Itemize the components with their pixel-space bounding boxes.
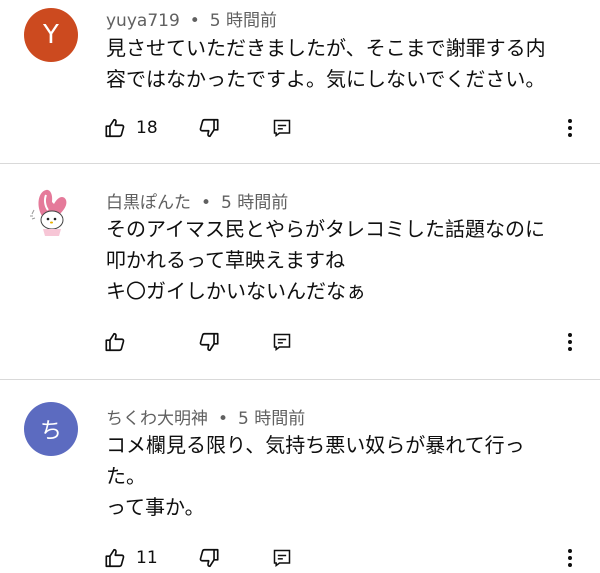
dislike-button[interactable]: [198, 543, 220, 573]
comment-time[interactable]: 5 時間前: [221, 193, 288, 213]
more-options-button[interactable]: [566, 543, 574, 573]
thumbs-up-icon: [104, 547, 126, 569]
more-options-button[interactable]: [566, 113, 574, 143]
comment-time[interactable]: 5 時間前: [210, 11, 277, 31]
comment-line: って事か。: [106, 495, 205, 519]
author-name[interactable]: ちくわ大明神: [106, 409, 208, 429]
reply-icon: [272, 118, 292, 138]
comment-line: 見させていただきましたが、そこまで謝罪する内: [106, 36, 546, 60]
reply-button[interactable]: [272, 543, 292, 573]
reply-icon: [272, 332, 292, 352]
comment-item: 白黒ぽんた • 5 時間前 そのアイマス民とやらがタレコミした話題なのに 叩かれるっ…: [0, 164, 600, 379]
comment-actions: [104, 327, 584, 357]
comment-line: 叩かれるって草映えますね: [106, 248, 345, 272]
more-vertical-icon: [566, 117, 574, 139]
thumbs-up-icon: [104, 117, 126, 139]
dislike-button[interactable]: [198, 327, 220, 357]
like-count: 18: [136, 118, 158, 138]
more-vertical-icon: [566, 331, 574, 353]
comment-line: た。: [106, 464, 146, 488]
avatar[interactable]: Y: [24, 8, 78, 62]
reply-icon: [272, 548, 292, 568]
comment-meta: yuya719 • 5 時間前: [106, 6, 277, 31]
comment-meta: ちくわ大明神 • 5 時間前: [106, 404, 305, 429]
thumbs-down-icon: [198, 547, 220, 569]
more-options-button[interactable]: [566, 327, 574, 357]
avatar-letter: ち: [39, 419, 62, 444]
comment-meta: 白黒ぽんた • 5 時間前: [106, 188, 288, 213]
avatar-letter: Y: [43, 20, 59, 50]
comment-text: そのアイマス民とやらがタレコミした話題なのに 叩かれるって草映えますね キ〇ガイ…: [106, 214, 581, 307]
thumbs-down-icon: [198, 331, 220, 353]
meta-separator: •: [218, 409, 229, 429]
meta-separator: •: [189, 11, 200, 31]
meta-separator: •: [201, 193, 212, 213]
reply-button[interactable]: [272, 327, 292, 357]
comment-line: キ〇ガイしかいないんだなぁ: [106, 279, 366, 303]
thumbs-down-icon: [198, 117, 220, 139]
comment-actions: 11: [104, 543, 584, 573]
like-button[interactable]: 11: [104, 543, 158, 573]
author-name[interactable]: 白黒ぽんた: [106, 193, 191, 213]
author-name[interactable]: yuya719: [106, 11, 180, 31]
like-button[interactable]: [104, 327, 136, 357]
rabbit-character-icon: [24, 186, 78, 240]
reply-button[interactable]: [272, 113, 292, 143]
comment-text: コメ欄見る限り、気持ち悪い奴らが暴れて行っ た。 って事か。: [106, 430, 581, 523]
thumbs-up-icon: [104, 331, 126, 353]
avatar[interactable]: ち: [24, 402, 78, 456]
avatar[interactable]: [24, 186, 78, 240]
comment-line: 容ではなかったですよ。気にしないでください。: [106, 67, 546, 91]
comment-item: Y yuya719 • 5 時間前 見させていただきましたが、そこまで謝罪する内 容…: [0, 0, 600, 163]
comment-time[interactable]: 5 時間前: [238, 409, 305, 429]
more-vertical-icon: [566, 547, 574, 569]
like-button[interactable]: 18: [104, 113, 158, 143]
like-count: 11: [136, 548, 158, 568]
comment-item: ち ちくわ大明神 • 5 時間前 コメ欄見る限り、気持ち悪い奴らが暴れて行っ た。 …: [0, 380, 600, 573]
comment-actions: 18: [104, 113, 584, 143]
comment-line: そのアイマス民とやらがタレコミした話題なのに: [106, 217, 545, 241]
comment-text: 見させていただきましたが、そこまで謝罪する内 容ではなかったですよ。気にしないで…: [106, 33, 581, 95]
comment-line: コメ欄見る限り、気持ち悪い奴らが暴れて行っ: [106, 433, 525, 457]
dislike-button[interactable]: [198, 113, 220, 143]
